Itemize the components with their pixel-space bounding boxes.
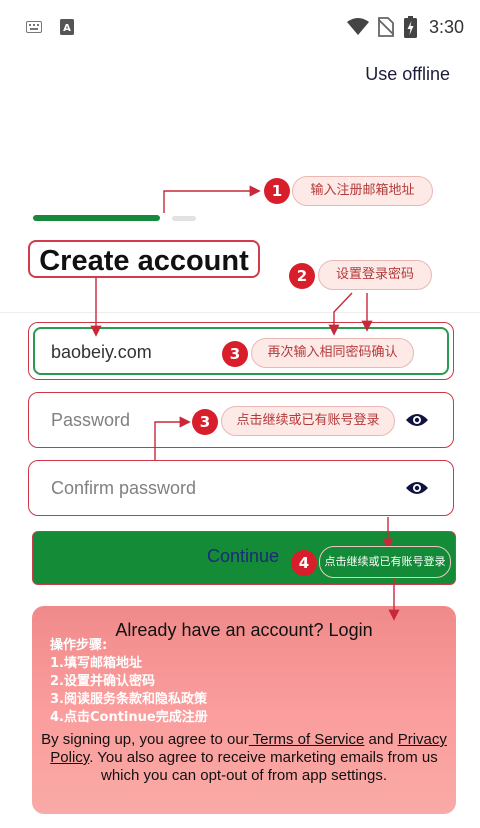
annotation-pill: 点击继续或已有账号登录 [319,546,451,578]
annotation-badge: 3 [192,409,218,435]
annotation-badge: 2 [289,263,315,289]
annotation-badge: 3 [222,341,248,367]
annotation-badge: 4 [291,550,317,576]
annotation-pill: 再次输入相同密码确认 [251,338,414,368]
annotation-badge: 1 [264,178,290,204]
annotation-pill: 点击继续或已有账号登录 [221,406,395,436]
annotation-pill: 设置登录密码 [318,260,432,290]
annotation-pill: 输入注册邮箱地址 [292,176,433,206]
